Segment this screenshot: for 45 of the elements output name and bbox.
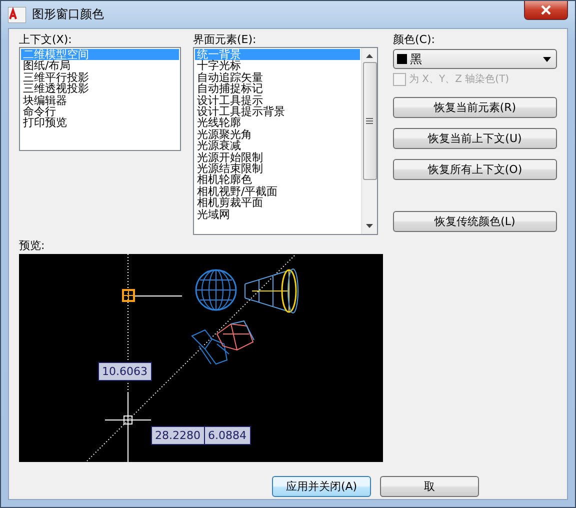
context-item[interactable]: 三维平行投影 <box>21 72 179 84</box>
element-item[interactable]: 设计工具提示背景 <box>195 106 360 118</box>
scrollbar[interactable] <box>361 48 377 234</box>
dimension-tooltip: 10.6063 <box>98 362 152 381</box>
dialog-button[interactable]: 取 <box>380 476 479 497</box>
element-item[interactable]: 设计工具提示 <box>195 94 360 106</box>
restore-button[interactable]: 恢复所有上下文(O) <box>393 159 557 180</box>
context-item[interactable]: 块编辑器 <box>21 94 179 106</box>
close-button[interactable] <box>524 1 568 20</box>
element-item[interactable]: 光源衰减 <box>195 140 360 152</box>
color-label: 颜色(C): <box>393 33 436 47</box>
element-item[interactable]: 光域网 <box>195 208 360 220</box>
preview-label: 预览: <box>19 239 46 253</box>
restore-classic-button[interactable]: 恢复传统颜色(L) <box>393 211 557 232</box>
context-item[interactable]: 三维透视投影 <box>21 83 179 95</box>
color-dropdown[interactable]: 黑 <box>393 49 557 69</box>
context-item[interactable]: 打印预览 <box>21 117 179 129</box>
element-item[interactable]: 光源聚光角 <box>195 128 360 140</box>
element-item[interactable]: 光源结束限制 <box>195 163 360 174</box>
restore-button[interactable]: 恢复当前元素(R) <box>393 97 557 118</box>
restore-button[interactable]: 恢复当前上下文(U) <box>393 128 557 149</box>
dimension-tooltip: 28.2280 <box>151 426 204 445</box>
dialog-button[interactable]: 应用并关闭(A) <box>272 476 371 497</box>
scroll-thumb[interactable] <box>362 62 376 180</box>
dropdown-caret-icon <box>543 56 551 62</box>
element-item[interactable]: 自动捕捉标记 <box>195 83 360 95</box>
context-item[interactable]: 图纸/布局 <box>21 60 179 72</box>
dimension-tooltip: 6.0884 <box>204 426 250 445</box>
scroll-down-icon[interactable] <box>366 224 373 228</box>
elements-label: 界面元素(E): <box>193 33 258 47</box>
element-item[interactable]: 光源开始限制 <box>195 152 360 164</box>
grip-icon <box>366 118 373 124</box>
element-item[interactable]: 相机轮廓色 <box>195 174 360 186</box>
element-item[interactable]: 相机视野/平截面 <box>195 186 360 198</box>
context-item[interactable]: 命令行 <box>21 106 179 118</box>
context-label: 上下文(X): <box>19 33 73 47</box>
scroll-up-icon[interactable] <box>366 54 373 58</box>
close-icon <box>541 5 551 15</box>
window-title: 图形窗口颜色 <box>32 6 104 23</box>
element-item[interactable]: 光线轮廓 <box>195 117 360 129</box>
element-item[interactable]: 自动追踪矢量 <box>195 72 360 84</box>
element-item[interactable]: 相机剪裁平面 <box>195 197 360 209</box>
app-icon <box>8 6 26 22</box>
element-item[interactable]: 十字光标 <box>195 60 360 72</box>
color-value: 黑 <box>410 50 422 68</box>
